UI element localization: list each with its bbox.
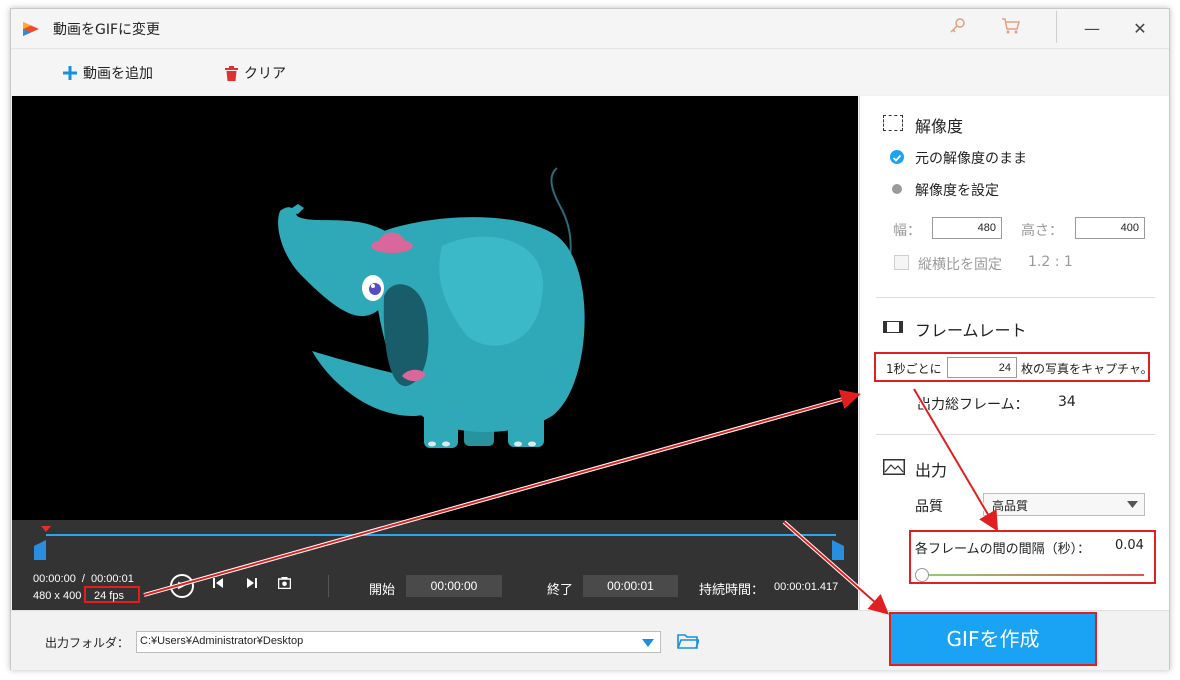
controls-separator (328, 575, 329, 597)
quality-select[interactable]: 高品質 (983, 493, 1145, 516)
start-label: 開始 (369, 583, 396, 598)
title-bar: 動画をGIFに変更 — ✕ (11, 9, 1169, 49)
section-divider (876, 434, 1155, 435)
create-gif-button[interactable]: GIFを作成 (889, 612, 1097, 666)
lock-ratio-checkbox[interactable] (894, 255, 909, 270)
duration-value: 00:00:01.417 (774, 581, 839, 593)
current-time: 00:00:00 (33, 573, 76, 585)
quality-label: 品質 (915, 499, 943, 515)
clear-button[interactable]: クリア (225, 62, 286, 84)
cart-icon[interactable] (999, 17, 1023, 41)
resolution-title: 解像度 (915, 117, 964, 136)
interval-value: 0.04 (1115, 538, 1144, 553)
duration-label: 持続時間： (699, 583, 765, 598)
chevron-down-icon[interactable] (642, 639, 654, 647)
plus-icon (63, 66, 77, 80)
end-label: 終了 (547, 583, 574, 598)
output-folder-label: 出力フォルダ： (45, 636, 130, 650)
elephant-animation-frame (278, 167, 585, 448)
snapshot-button[interactable] (271, 573, 297, 599)
settings-panel: 解像度 元の解像度のまま 解像度を設定 幅： 480 高さ： 400 縦横比を固… (859, 96, 1169, 610)
framerate-suffix: 枚の写真をキャプチャ。 (1021, 362, 1153, 376)
output-title: 出力 (915, 461, 948, 480)
radio-custom-resolution[interactable] (892, 184, 902, 194)
add-video-button[interactable]: 動画を追加 (63, 62, 153, 84)
timeline-panel: 00:00:00 / 00:00:01 480 x 400 24 fps ▶ 開… (12, 520, 858, 610)
title-separator (1056, 11, 1057, 43)
width-label: 幅： (893, 223, 921, 239)
interval-slider-thumb[interactable] (915, 568, 929, 582)
video-preview (12, 96, 858, 520)
toolbar: 動画を追加 クリア (11, 50, 1169, 95)
framerate-prefix: 1秒ごとに (886, 362, 942, 376)
resolution-icon (883, 115, 903, 131)
current-time-readout: 00:00:00 / 00:00:01 (33, 573, 134, 585)
filmstrip-icon (883, 321, 903, 333)
next-frame-button[interactable] (239, 573, 265, 599)
lock-ratio-label: 縦横比を固定 (918, 257, 1002, 273)
app-window: 動画をGIFに変更 — ✕ 動画を追加 クリア 00:00:00 / 00:00… (10, 8, 1170, 670)
close-button[interactable]: ✕ (1125, 17, 1155, 41)
time-separator: / (81, 573, 85, 585)
play-button[interactable]: ▶ (170, 574, 194, 598)
prev-icon (213, 578, 223, 588)
total-time: 00:00:01 (91, 573, 134, 585)
width-input[interactable]: 480 (932, 217, 1002, 239)
custom-resolution-label[interactable]: 解像度を設定 (915, 180, 999, 200)
output-folder-path: C:¥Users¥Administrator¥Desktop (140, 635, 304, 647)
fps-readout: 24 fps (94, 590, 124, 602)
trim-end-handle[interactable] (832, 540, 844, 560)
quality-selected-value: 高品質 (992, 499, 1029, 513)
trim-start-handle[interactable] (34, 540, 46, 560)
height-input[interactable]: 400 (1075, 217, 1145, 239)
prev-frame-button[interactable] (205, 573, 231, 599)
total-frames-value: 34 (1058, 394, 1076, 410)
timeline-track[interactable] (46, 534, 836, 536)
interval-slider-track[interactable] (920, 574, 1144, 576)
playhead-marker[interactable] (41, 526, 51, 532)
image-icon (883, 459, 905, 479)
start-time-field[interactable]: 00:00:00 (406, 575, 502, 597)
framerate-input[interactable]: 24 (947, 357, 1017, 378)
radio-original-resolution[interactable] (890, 150, 904, 164)
next-icon (247, 578, 257, 588)
clear-label: クリア (244, 66, 286, 82)
check-icon (892, 154, 902, 162)
interval-label: 各フレームの間の間隔（秒）： (915, 542, 1091, 557)
total-frames-label: 出力総フレーム： (917, 397, 1029, 413)
end-time-field[interactable]: 00:00:01 (583, 575, 678, 597)
resolution-readout: 480 x 400 (33, 590, 82, 602)
camera-icon (277, 577, 291, 590)
original-resolution-label[interactable]: 元の解像度のまま (915, 148, 1027, 168)
chevron-down-icon (1127, 501, 1138, 508)
add-video-label: 動画を追加 (83, 66, 153, 82)
section-divider (876, 297, 1155, 298)
framerate-title: フレームレート (915, 321, 1027, 340)
app-logo-icon (23, 22, 39, 36)
key-icon[interactable] (945, 17, 969, 41)
window-title: 動画をGIFに変更 (53, 22, 161, 38)
aspect-ratio-value: 1.2 : 1 (1028, 254, 1073, 270)
output-folder-field[interactable]: C:¥Users¥Administrator¥Desktop (136, 631, 661, 653)
trash-icon (225, 65, 238, 81)
minimize-button[interactable]: — (1077, 17, 1107, 41)
height-label: 高さ： (1021, 223, 1063, 239)
folder-open-icon[interactable] (677, 632, 701, 654)
